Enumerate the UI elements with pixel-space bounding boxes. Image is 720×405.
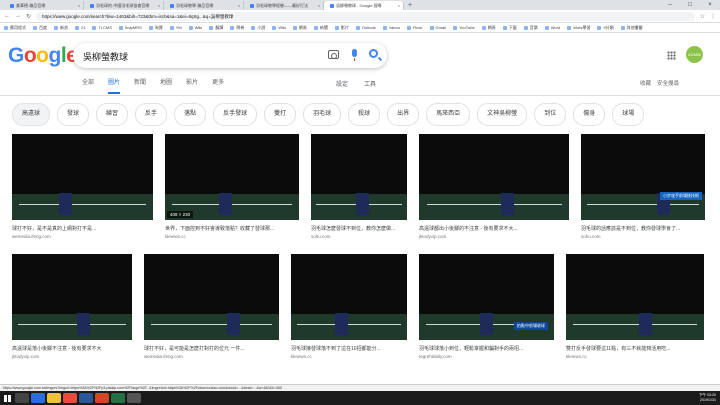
racket-icon [12,164,21,176]
racket-icon [419,284,428,296]
player-jersey [144,254,163,284]
result-thumbnail[interactable] [566,254,704,340]
player-jersey [12,254,31,284]
player-jersey [12,134,31,164]
image-result[interactable]: 拍點中前場收球羽毛球球落小到位，輕鬆掌握和騙對手的兩招... tegrehtdai… [419,254,554,364]
video-title-banner: 小步攻手前場挑技術 [660,192,702,200]
result-thumbnail[interactable]: 拍點中前場收球 [419,254,554,340]
player-jersey [419,134,438,164]
image-result[interactable]: 雙打反手發球要這11點，有三不就能夠活用吃... kknews.cc [566,254,704,364]
player-jersey [165,134,184,164]
result-thumbnail[interactable]: 408 × 230 [165,134,299,220]
result-source[interactable]: tegrehtdaily.com [419,354,452,359]
word-icon[interactable] [79,393,93,403]
racket-icon [566,284,575,296]
video-title-banner: 拍點中前場收球 [514,322,548,330]
player-jersey [581,134,600,164]
result-caption[interactable]: 雙打反手發球要這11點，有三不就能夠活用吃... [566,345,704,352]
result-source[interactable]: wemedia.ifeng.com [12,234,51,239]
result-caption[interactable]: 羽毛球的話應該是不到位，教你發球學會了... [581,225,705,232]
result-caption[interactable]: 高遠球都出小後腳的不注意 - 後有要求不大... [419,225,569,232]
image-result[interactable]: 高遠球是落小後腳不注意 - 後有要求不大 jktodyvip.com [12,254,132,364]
image-dimensions: 408 × 230 [167,211,194,218]
powerpoint-icon[interactable] [95,393,109,403]
windows-taskbar [0,391,720,405]
result-thumbnail[interactable]: 小步攻手前場挑技術 [581,134,705,220]
result-source[interactable]: wemedia.ifeng.com [144,354,183,359]
result-caption[interactable]: 羽毛球球落小到位，輕鬆掌握和騙對手的兩招... [419,345,554,352]
app-icon[interactable] [127,393,141,403]
chrome-icon[interactable] [63,393,77,403]
image-result[interactable]: 羽毛球接發球落不到了這在10招都能分... kknews.cc [291,254,407,364]
excel-icon[interactable] [111,393,125,403]
image-result[interactable]: 球打不好，是可能是怎麼打對打的位元 一件... wemedia.ifeng.com [144,254,279,364]
result-source[interactable]: sohu.com [581,234,601,239]
racket-icon [144,284,153,296]
image-result[interactable]: 小步攻手前場挑技術羽毛球的話應該是不到位，教你發球學會了... sohu.com [581,134,705,244]
result-caption[interactable]: 羽毛球怎麼發球不到位，教你怎麼做... [311,225,407,232]
result-caption[interactable]: 球打不好，是可能是怎麼打對打的位元 一件... [144,345,279,352]
folder-icon[interactable] [47,393,61,403]
result-source[interactable]: kknews.cc [165,234,186,239]
result-source[interactable]: sohu.com [311,234,331,239]
result-thumbnail[interactable] [419,134,569,220]
result-thumbnail[interactable] [12,254,132,340]
result-caption[interactable]: 高遠球是落小後腳不注意 - 後有要求不大 [12,345,132,352]
racket-icon [291,284,300,296]
player-jersey [311,134,330,164]
result-source[interactable]: kknews.cc [566,354,587,359]
result-thumbnail[interactable] [311,134,407,220]
player-jersey [291,254,310,284]
racket-icon [165,164,174,176]
image-result[interactable]: 球打不好，是不是真的上網對打不是... wemedia.ifeng.com [12,134,153,244]
racket-icon [12,284,21,296]
image-result[interactable]: 羽毛球怎麼發球不到位，教你怎麼做... sohu.com [311,134,407,244]
windows-start-icon[interactable] [0,391,14,405]
search-icon[interactable] [15,393,29,403]
result-caption[interactable]: 羽毛球接發球落不到了這在10招都能分... [291,345,407,352]
result-source[interactable]: jktodyvip.com [419,234,446,239]
result-thumbnail[interactable] [144,254,279,340]
image-results-grid: 球打不好，是不是真的上網對打不是... wemedia.ifeng.com 408 … [0,0,720,405]
player-jersey [566,254,585,284]
ie-icon[interactable] [31,393,45,403]
result-caption[interactable]: 世界，下面控到不好會導致落點？收藏了發球那... [165,225,299,232]
racket-icon [581,164,590,176]
result-source[interactable]: jktodyvip.com [12,354,39,359]
system-tray-clock[interactable]: 下午 03:20 2019/1/31 [699,391,716,405]
result-thumbnail[interactable] [12,134,153,220]
racket-icon [311,164,320,176]
image-result[interactable]: 高遠球都出小後腳的不注意 - 後有要求不大... jktodyvip.com [419,134,569,244]
result-caption[interactable]: 球打不好，是不是真的上網對打不是... [12,225,153,232]
player-jersey [419,254,438,284]
link-status-bar: https://www.google.com.tw/imgres?imgurl=… [0,384,720,391]
racket-icon [419,164,428,176]
image-result[interactable]: 408 × 230 世界，下面控到不好會導致落點？收藏了發球那... kknews.… [165,134,299,244]
result-source[interactable]: kknews.cc [291,354,312,359]
result-thumbnail[interactable] [291,254,407,340]
